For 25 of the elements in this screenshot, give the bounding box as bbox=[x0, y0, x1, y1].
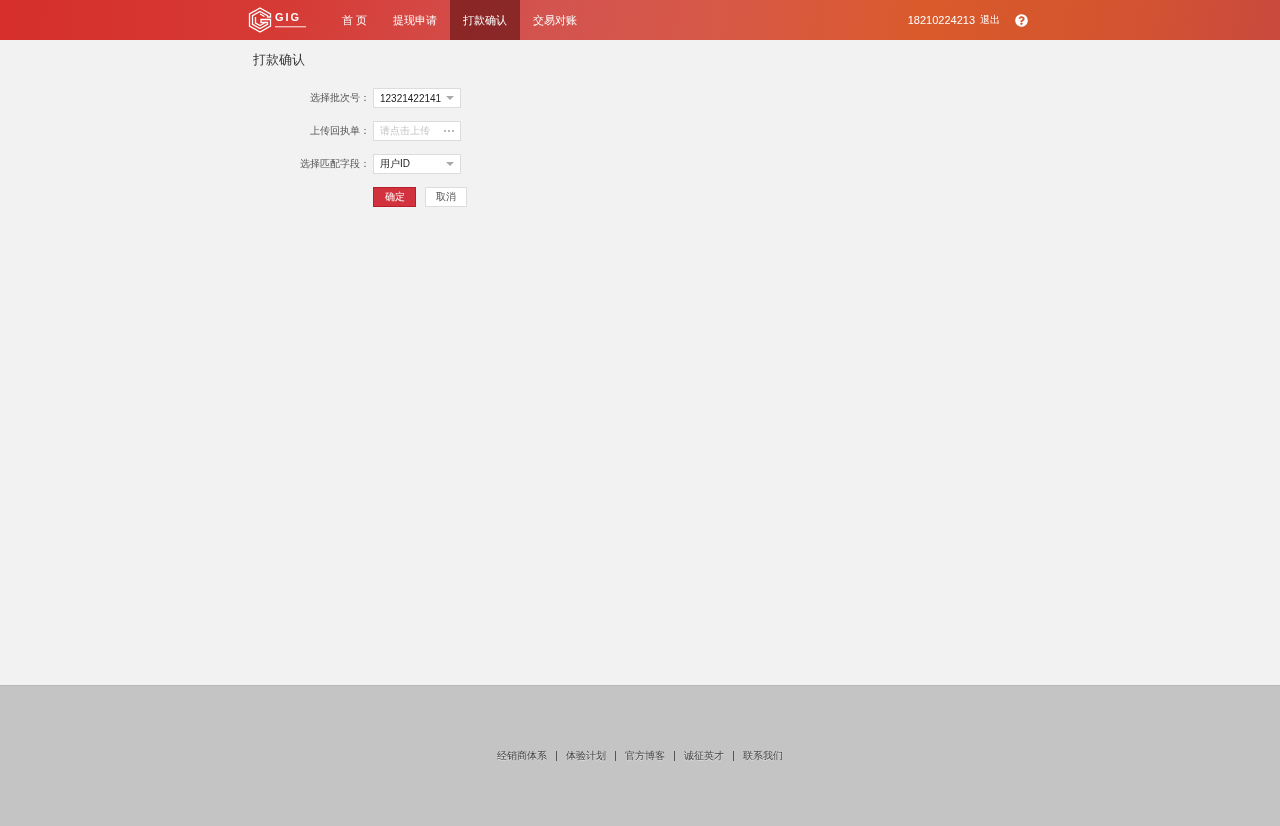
help-icon[interactable] bbox=[1015, 13, 1028, 27]
caret-icon bbox=[446, 162, 454, 166]
footer-link[interactable]: 诚征英才 bbox=[684, 749, 724, 763]
nav-tab[interactable]: 交易对账 bbox=[520, 0, 591, 40]
nav-tab[interactable]: 提现申请 bbox=[380, 0, 451, 40]
caret-icon bbox=[446, 96, 454, 100]
page-title: 打款确认 bbox=[253, 51, 305, 69]
nav-tab[interactable]: 打款确认 bbox=[450, 0, 521, 40]
logo-text: GIG bbox=[275, 12, 303, 23]
confirm-button[interactable]: 确定 bbox=[373, 187, 416, 207]
footer-link[interactable]: 联系我们 bbox=[743, 749, 783, 763]
cancel-button[interactable]: 取消 bbox=[425, 187, 467, 207]
footer-link[interactable]: 体验计划 bbox=[566, 749, 606, 763]
logo-tagline-mark bbox=[275, 26, 306, 28]
user-phone: 18210224213 bbox=[907, 14, 975, 26]
logout-link[interactable]: 退出 bbox=[980, 13, 1000, 27]
field-label: 选择匹配字段： bbox=[300, 157, 370, 171]
footer-link[interactable]: 经销商体系 bbox=[497, 749, 547, 763]
field-label: 选择批次号： bbox=[310, 91, 370, 105]
footer-link[interactable]: 官方博客 bbox=[625, 749, 665, 763]
logo-icon bbox=[248, 7, 272, 33]
nav-tab[interactable]: 首 页 bbox=[329, 0, 381, 40]
select-field[interactable]: 12321422141 bbox=[373, 88, 461, 108]
field-label: 上传回执单： bbox=[310, 124, 370, 138]
select-field[interactable]: 用户ID bbox=[373, 154, 461, 174]
